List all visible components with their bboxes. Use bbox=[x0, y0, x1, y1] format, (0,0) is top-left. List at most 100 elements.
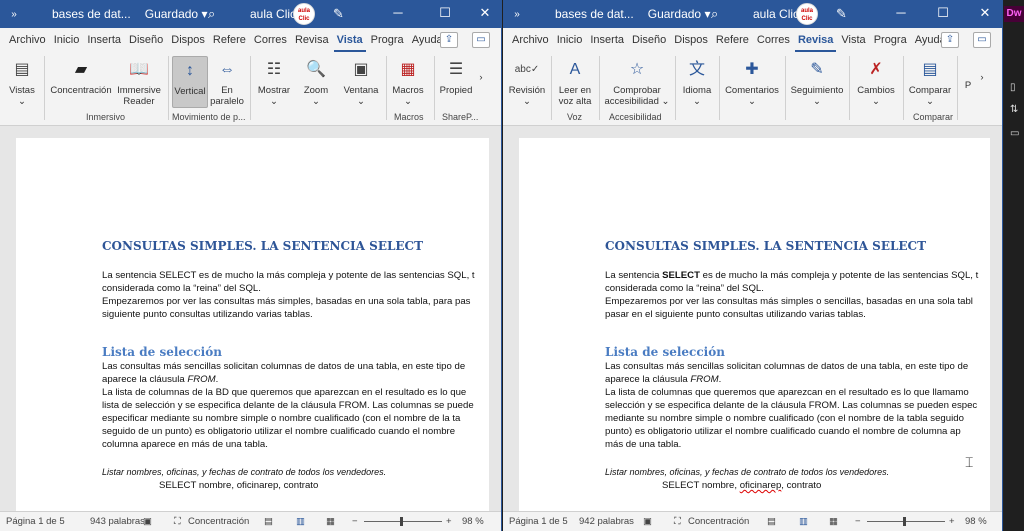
tab-diseno[interactable]: Diseño bbox=[629, 28, 669, 52]
focus-mode-icon[interactable]: ⛶ bbox=[174, 516, 181, 527]
zoom-in-icon[interactable]: + bbox=[949, 516, 955, 527]
web-layout-icon[interactable]: ▦ bbox=[829, 516, 838, 527]
word-count[interactable]: 943 palabras bbox=[90, 516, 145, 527]
revision-button[interactable]: abc✓ Revisión ⌄ bbox=[507, 56, 547, 108]
vertical-button[interactable]: ↕ Vertical bbox=[172, 56, 208, 108]
share-icon[interactable]: ⇪ bbox=[941, 32, 959, 48]
tab-vista[interactable]: Vista bbox=[333, 28, 366, 52]
tab-inicio[interactable]: Inicio bbox=[554, 28, 586, 52]
user-name[interactable]: aula Clic bbox=[753, 7, 799, 21]
save-status[interactable]: Guardado ▾ bbox=[145, 7, 208, 21]
close-icon[interactable]: ✕ bbox=[475, 5, 495, 21]
user-avatar[interactable]: aula Clic bbox=[796, 3, 818, 25]
maximize-icon[interactable]: ☐ bbox=[933, 5, 953, 21]
tab-insertar[interactable]: Inserta bbox=[84, 28, 124, 52]
word-count[interactable]: 942 palabras bbox=[579, 516, 634, 527]
cambios-button[interactable]: ✗ Cambios ⌄ bbox=[853, 56, 899, 107]
tab-programador[interactable]: Progra bbox=[368, 28, 407, 52]
zoom-slider-thumb[interactable] bbox=[903, 517, 906, 526]
save-status[interactable]: Guardado ▾ bbox=[648, 7, 711, 21]
focus-mode-icon[interactable]: ⛶ bbox=[674, 516, 681, 527]
ribbon-scroll-right-icon[interactable]: › bbox=[977, 72, 987, 83]
protect-button[interactable]: P bbox=[961, 80, 975, 91]
maximize-icon[interactable]: ☐ bbox=[435, 5, 455, 21]
user-avatar[interactable]: aula Clic bbox=[293, 3, 315, 25]
tab-vista[interactable]: Vista bbox=[838, 28, 868, 52]
group-separator bbox=[719, 56, 720, 120]
zoom-button[interactable]: 🔍 Zoom ⌄ bbox=[298, 56, 334, 107]
tab-referencias[interactable]: Refere bbox=[210, 28, 249, 52]
document-icon[interactable]: ▯ bbox=[1010, 82, 1016, 93]
ventana-button[interactable]: ▣ Ventana ⌄ bbox=[340, 56, 382, 107]
pen-icon[interactable]: ✎ bbox=[836, 6, 847, 22]
quick-access-chevron-icon[interactable]: » bbox=[0, 9, 28, 20]
document-name[interactable]: bases de dat... bbox=[555, 7, 634, 21]
zoom-slider-track[interactable] bbox=[364, 521, 442, 522]
minimize-icon[interactable]: ─ bbox=[891, 5, 911, 20]
proofing-icon[interactable]: ▣ bbox=[143, 516, 152, 527]
dreamweaver-badge[interactable]: Dw bbox=[1004, 6, 1024, 22]
page-count[interactable]: Página 1 de 5 bbox=[509, 516, 568, 527]
user-name[interactable]: aula Clic bbox=[250, 7, 296, 21]
read-mode-icon[interactable]: ▤ bbox=[767, 516, 776, 527]
comments-icon[interactable]: ▭ bbox=[472, 32, 490, 48]
ribbon-scroll-right-icon[interactable]: › bbox=[476, 72, 486, 83]
share-icon[interactable]: ⇪ bbox=[440, 32, 458, 48]
search-icon[interactable]: ⌕ bbox=[208, 6, 215, 22]
idioma-button[interactable]: 文 Idioma ⌄ bbox=[679, 56, 715, 107]
pen-icon[interactable]: ✎ bbox=[333, 6, 344, 22]
tab-referencias[interactable]: Refere bbox=[713, 28, 752, 52]
zoom-slider-track[interactable] bbox=[867, 521, 945, 522]
document-page[interactable]: CONSULTAS SIMPLES. LA SENTENCIA SELECT L… bbox=[519, 138, 990, 511]
search-icon[interactable]: ⌕ bbox=[711, 6, 718, 22]
focus-mode-label[interactable]: Concentración bbox=[188, 516, 249, 527]
document-page[interactable]: CONSULTAS SIMPLES. LA SENTENCIA SELECT L… bbox=[16, 138, 489, 511]
page-count[interactable]: Página 1 de 5 bbox=[6, 516, 65, 527]
propiedades-button[interactable]: ☰ Propied bbox=[438, 56, 474, 96]
comparar-button[interactable]: ▤ Comparar ⌄ bbox=[907, 56, 953, 107]
tab-disposicion[interactable]: Dispos bbox=[671, 28, 711, 52]
macros-button[interactable]: ▦ Macros ⌄ bbox=[390, 56, 426, 107]
tab-revisar[interactable]: Revisa bbox=[292, 28, 332, 52]
zoom-slider-thumb[interactable] bbox=[400, 517, 403, 526]
comments-icon[interactable]: ▭ bbox=[973, 32, 991, 48]
status-bar: Página 1 de 5 943 palabras ▣ ⛶ Concentra… bbox=[0, 511, 501, 531]
seguimiento-button[interactable]: ✎ Seguimiento ⌄ bbox=[789, 56, 845, 107]
print-layout-icon[interactable]: ▥ bbox=[799, 516, 808, 527]
document-name[interactable]: bases de dat... bbox=[52, 7, 131, 21]
tab-archivo[interactable]: Archivo bbox=[6, 28, 49, 52]
quick-access-chevron-icon[interactable]: » bbox=[503, 9, 531, 20]
zoom-in-icon[interactable]: + bbox=[446, 516, 452, 527]
en-paralelo-button[interactable]: ⇔ En paralelo bbox=[210, 56, 244, 107]
tab-insertar[interactable]: Inserta bbox=[587, 28, 627, 52]
tab-revisar[interactable]: Revisa bbox=[794, 28, 837, 52]
tab-disposicion[interactable]: Dispos bbox=[168, 28, 208, 52]
tab-correspondencia[interactable]: Corres bbox=[754, 28, 793, 52]
vistas-button[interactable]: ▤ Vistas ⌄ bbox=[6, 56, 38, 107]
zoom-level[interactable]: 98 % bbox=[462, 516, 484, 527]
tab-archivo[interactable]: Archivo bbox=[509, 28, 552, 52]
minimize-icon[interactable]: ─ bbox=[388, 5, 408, 20]
close-icon[interactable]: ✕ bbox=[975, 5, 995, 21]
tab-diseno[interactable]: Diseño bbox=[126, 28, 166, 52]
zoom-out-icon[interactable]: − bbox=[352, 516, 358, 527]
sort-icon[interactable]: ⇅ bbox=[1010, 104, 1018, 115]
mostrar-button[interactable]: ☷ Mostrar ⌄ bbox=[254, 56, 294, 107]
proofing-icon[interactable]: ▣ bbox=[643, 516, 652, 527]
focus-mode-label[interactable]: Concentración bbox=[688, 516, 749, 527]
tab-correspondencia[interactable]: Corres bbox=[251, 28, 290, 52]
web-layout-icon[interactable]: ▦ bbox=[326, 516, 335, 527]
print-layout-icon[interactable]: ▥ bbox=[296, 516, 305, 527]
spelling-error[interactable]: oficinarep bbox=[740, 480, 782, 491]
comentarios-button[interactable]: ✚ Comentarios ⌄ bbox=[723, 56, 781, 107]
leer-voz-alta-button[interactable]: A Leer en voz alta bbox=[555, 56, 595, 107]
folder-icon[interactable]: ▭ bbox=[1010, 128, 1019, 139]
concentracion-button[interactable]: ▰ Concentración bbox=[48, 56, 114, 96]
zoom-level[interactable]: 98 % bbox=[965, 516, 987, 527]
zoom-out-icon[interactable]: − bbox=[855, 516, 861, 527]
tab-inicio[interactable]: Inicio bbox=[51, 28, 83, 52]
tab-programador[interactable]: Progra bbox=[871, 28, 910, 52]
read-mode-icon[interactable]: ▤ bbox=[264, 516, 273, 527]
immersive-reader-button[interactable]: 📖 Immersive Reader bbox=[114, 56, 164, 107]
comprobar-accesibilidad-button[interactable]: ☆ Comprobar accesibilidad ⌄ bbox=[603, 56, 671, 107]
